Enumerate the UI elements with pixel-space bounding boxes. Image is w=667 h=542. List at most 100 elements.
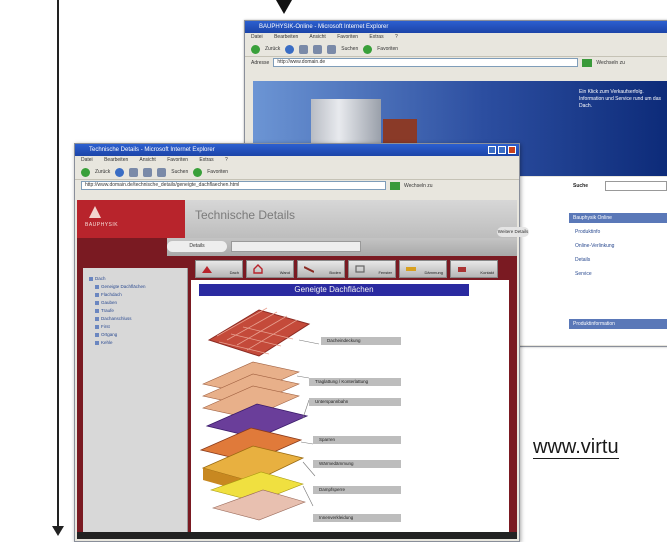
logo[interactable]: BAUPHYSIK (77, 200, 185, 238)
nav-tab-label: Dämmung (424, 270, 443, 275)
menu-item-help[interactable]: ? (225, 157, 228, 163)
nav-tab-window[interactable]: Fenster (348, 260, 396, 278)
home-icon[interactable] (157, 167, 167, 177)
nav-tab-wall[interactable]: Wand (246, 260, 294, 278)
window-title-text: Technische Details - Microsoft Internet … (89, 147, 215, 153)
refresh-icon[interactable] (143, 167, 153, 177)
sidebar-tree: Dach Geneigte Dachflächen Flachdach Gaub… (83, 268, 188, 532)
search-input[interactable] (605, 181, 667, 191)
stop-icon[interactable] (299, 44, 309, 54)
nav-tab-floor[interactable]: Boden (297, 260, 345, 278)
favorites-button-label[interactable]: Favoriten (377, 46, 398, 52)
menu-item-edit[interactable]: Bearbeiten (274, 34, 298, 40)
window-icon (355, 265, 365, 273)
menu-item-tools[interactable]: Extras (199, 157, 213, 163)
stop-icon[interactable] (129, 167, 139, 177)
sub-header-bar: Details (167, 238, 517, 256)
insulation-icon (406, 267, 416, 271)
menu-item-edit[interactable]: Bearbeiten (104, 157, 128, 163)
sidebar-link[interactable]: Details (575, 257, 590, 263)
browser-toolbar: Zurück Suchen Favoriten (75, 165, 519, 180)
menu-item-tools[interactable]: Extras (369, 34, 383, 40)
tree-item[interactable]: Dach (89, 276, 106, 281)
layer-label[interactable]: Dampfsperre (313, 486, 401, 494)
nav-tab-label: Boden (329, 270, 341, 275)
tree-item[interactable]: Flachdach (95, 292, 122, 297)
tree-item[interactable]: Dachanschluss (95, 316, 132, 321)
tree-item[interactable]: Ortgang (95, 332, 117, 337)
favorites-icon[interactable] (363, 44, 373, 54)
timeline-arrow-line (57, 0, 59, 532)
go-button-label[interactable]: Wechseln zu (596, 60, 625, 66)
nav-tab-contact[interactable]: Kontakt (450, 260, 498, 278)
contact-icon (458, 267, 466, 272)
favorites-icon[interactable] (193, 167, 203, 177)
menu-item-view[interactable]: Ansicht (139, 157, 155, 163)
logo-text: BAUPHYSIK (85, 222, 119, 228)
back-icon[interactable] (81, 167, 90, 177)
menu-item-view[interactable]: Ansicht (309, 34, 325, 40)
back-icon[interactable] (251, 44, 260, 54)
tree-item[interactable]: Kehle (95, 340, 113, 345)
go-icon[interactable] (582, 58, 593, 67)
tree-item[interactable]: Gauben (95, 300, 117, 305)
menu-item-file[interactable]: Datei (251, 34, 263, 40)
menu-item-help[interactable]: ? (395, 34, 398, 40)
menu-item-file[interactable]: Datei (81, 157, 93, 163)
logo-icon (89, 206, 101, 218)
details-tab[interactable]: Details (167, 241, 227, 252)
layer-label[interactable]: Traglattung / Konterlattung (309, 378, 401, 386)
nav-tab-label: Fenster (378, 270, 392, 275)
go-icon[interactable] (390, 181, 400, 190)
layer-label[interactable]: Dacheindeckung (321, 337, 401, 345)
back-button-label[interactable]: Zurück (265, 46, 280, 52)
tree-item[interactable]: Geneigte Dachflächen (95, 284, 146, 289)
menu-item-favorites[interactable]: Favoriten (337, 34, 358, 40)
layer-label[interactable]: Sparren (313, 436, 401, 444)
address-bar: Adresse http://www.domain.de Wechseln zu (245, 57, 667, 68)
close-icon[interactable] (508, 146, 516, 154)
minimize-icon[interactable] (488, 146, 496, 154)
down-arrow-icon (276, 0, 292, 14)
nav-tab-label: Dach (229, 270, 239, 275)
nav-tab-label: Wand (279, 270, 290, 275)
go-button-label[interactable]: Wechseln zu (404, 183, 433, 189)
sidebar-box-header: Produktinformation (569, 319, 667, 329)
maximize-icon[interactable] (498, 146, 506, 154)
sidebar-box-header: Bauphysik Online (569, 213, 667, 223)
page-header: BAUPHYSIK Technische Details (77, 200, 517, 238)
page-footer-bar (77, 532, 517, 539)
front-browser-window[interactable]: Technische Details - Microsoft Internet … (74, 143, 529, 542)
search-button-label[interactable]: Suchen (341, 46, 358, 52)
layer-label[interactable]: Innenverkleidung (313, 514, 401, 522)
address-field[interactable]: http://www.domain.de (273, 58, 579, 67)
search-label: Suche (573, 183, 589, 189)
search-button-label[interactable]: Suchen (171, 169, 188, 175)
tree-item[interactable]: Traufe (95, 308, 114, 313)
refresh-icon[interactable] (313, 44, 323, 54)
nav-tab-roof[interactable]: Dach (195, 260, 243, 278)
menu-item-favorites[interactable]: Favoriten (167, 157, 188, 163)
address-bar: http://www.domain.de/technische_details/… (75, 180, 519, 191)
sidebar-link[interactable]: Produktinfo (575, 229, 600, 235)
website-url: www.virtu (533, 436, 619, 459)
web-page: BAUPHYSIK Technische Details Details Wei… (77, 200, 529, 539)
tree-item[interactable]: First (95, 324, 110, 329)
back-button-label[interactable]: Zurück (95, 169, 110, 175)
favorites-button-label[interactable]: Favoriten (207, 169, 228, 175)
layer-label[interactable]: Wärmedämmung (313, 460, 401, 468)
menu-bar: Datei Bearbeiten Ansicht Favoriten Extra… (75, 156, 519, 165)
sidebar-link[interactable]: Service (575, 271, 592, 277)
sidebar-link[interactable]: Online-Verlinkung (575, 243, 614, 249)
hero-text: Ein Klick zum Verkaufserfolg. Informatio… (579, 89, 661, 109)
more-details-button[interactable]: Weitere Details (497, 227, 529, 237)
nav-tab-insulation[interactable]: Dämmung (399, 260, 447, 278)
home-icon[interactable] (327, 44, 337, 54)
forward-icon[interactable] (285, 44, 295, 54)
forward-icon[interactable] (115, 167, 125, 177)
layer-label[interactable]: Unterspannbahn (309, 398, 401, 406)
section-title: Geneigte Dachflächen (199, 284, 469, 296)
address-field[interactable]: http://www.domain.de/technische_details/… (81, 181, 386, 190)
window-title: Technische Details - Microsoft Internet … (75, 144, 519, 156)
roof-icon (202, 266, 212, 273)
